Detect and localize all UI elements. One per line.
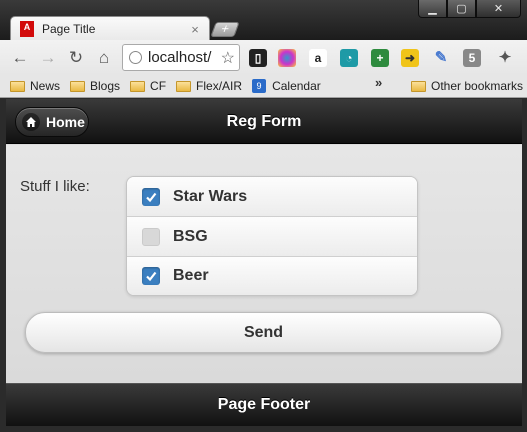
- minimize-button[interactable]: ▁: [418, 0, 447, 18]
- close-window-button[interactable]: ✕: [476, 0, 521, 18]
- web-page: Reg Form Home Stuff I like: Star Wars BS…: [6, 99, 522, 426]
- wrench-icon[interactable]: ✦: [496, 49, 514, 67]
- checkbox-option-star-wars[interactable]: Star Wars: [127, 177, 417, 217]
- address-text[interactable]: localhost/: [148, 49, 221, 66]
- page-footer: Page Footer: [6, 383, 522, 426]
- extension-color-wheel-icon[interactable]: [278, 49, 296, 67]
- home-icon: [22, 113, 40, 131]
- back-button[interactable]: ←: [9, 48, 31, 68]
- bookmark-flex-air[interactable]: Flex/AIR: [176, 79, 242, 93]
- checkbox-checked-icon[interactable]: [142, 267, 160, 285]
- checkbox-checked-icon[interactable]: [142, 187, 160, 206]
- folder-icon: [10, 80, 25, 92]
- home-page-button[interactable]: ⌂: [93, 48, 115, 68]
- address-bar[interactable]: localhost/ ☆: [122, 44, 240, 71]
- form-content: Stuff I like: Star Wars BSG Beer Send: [6, 145, 522, 382]
- folder-icon: [176, 80, 192, 92]
- browser-tab[interactable]: A Page Title ×: [10, 16, 210, 41]
- extension-signal-icon[interactable]: ◔: [340, 49, 358, 67]
- field-label: Stuff I like:: [20, 178, 90, 195]
- tab-title: Page Title: [42, 22, 96, 36]
- browser-titlebar: ▁ ▢ ✕ A Page Title × +: [0, 0, 527, 41]
- bookmarks-bar: News Blogs CF Flex/AIR 9 Calendar » Othe…: [0, 75, 527, 98]
- extension-phone-icon[interactable]: ▯: [249, 49, 267, 67]
- extension-badge-icon[interactable]: 5: [463, 49, 481, 67]
- home-button-label: Home: [46, 114, 85, 130]
- page-header: Reg Form Home: [6, 99, 522, 144]
- globe-icon: [129, 51, 142, 64]
- bookmark-calendar[interactable]: 9 Calendar: [252, 79, 321, 93]
- add-extension-icon[interactable]: +: [371, 49, 389, 67]
- window-controls: ▁ ▢ ✕: [418, 0, 521, 18]
- checkbox-label: Star Wars: [173, 187, 248, 205]
- send-button[interactable]: Send: [25, 312, 502, 353]
- browser-toolbar: ← → ↻ ⌂ localhost/ ☆ ▯ a ◔ + ➜ ✎ 5 ✦: [0, 40, 527, 75]
- bookmarks-overflow-icon[interactable]: »: [375, 75, 382, 90]
- checkbox-label: Beer: [173, 267, 209, 284]
- checkbox-group: Star Wars BSG Beer: [126, 176, 418, 296]
- checkbox-option-beer[interactable]: Beer: [127, 257, 417, 295]
- maximize-button[interactable]: ▢: [447, 0, 476, 18]
- eyedropper-icon[interactable]: ✎: [432, 49, 450, 67]
- home-button[interactable]: Home: [15, 107, 89, 137]
- new-tab-button[interactable]: +: [210, 21, 240, 37]
- bookmark-star-icon[interactable]: ☆: [221, 48, 235, 68]
- forward-button[interactable]: →: [37, 48, 59, 68]
- other-bookmarks[interactable]: Other bookmarks: [411, 79, 523, 93]
- checkbox-label: BSG: [173, 227, 208, 245]
- bookmark-news[interactable]: News: [10, 79, 60, 93]
- amazon-extension-icon[interactable]: a: [309, 49, 327, 67]
- folder-icon: [411, 80, 426, 92]
- bookmark-cf[interactable]: CF: [130, 79, 166, 93]
- tab-close-icon[interactable]: ×: [187, 22, 203, 37]
- calendar-icon: 9: [252, 79, 267, 93]
- checkbox-option-bsg[interactable]: BSG: [127, 217, 417, 257]
- folder-icon: [130, 80, 146, 92]
- folder-icon: [70, 80, 86, 92]
- extension-arrow-icon[interactable]: ➜: [401, 49, 419, 67]
- checkbox-unchecked-icon[interactable]: [142, 227, 160, 246]
- bookmark-blogs[interactable]: Blogs: [70, 79, 120, 93]
- reload-button[interactable]: ↻: [65, 48, 87, 68]
- adobe-favicon-icon: A: [20, 21, 34, 37]
